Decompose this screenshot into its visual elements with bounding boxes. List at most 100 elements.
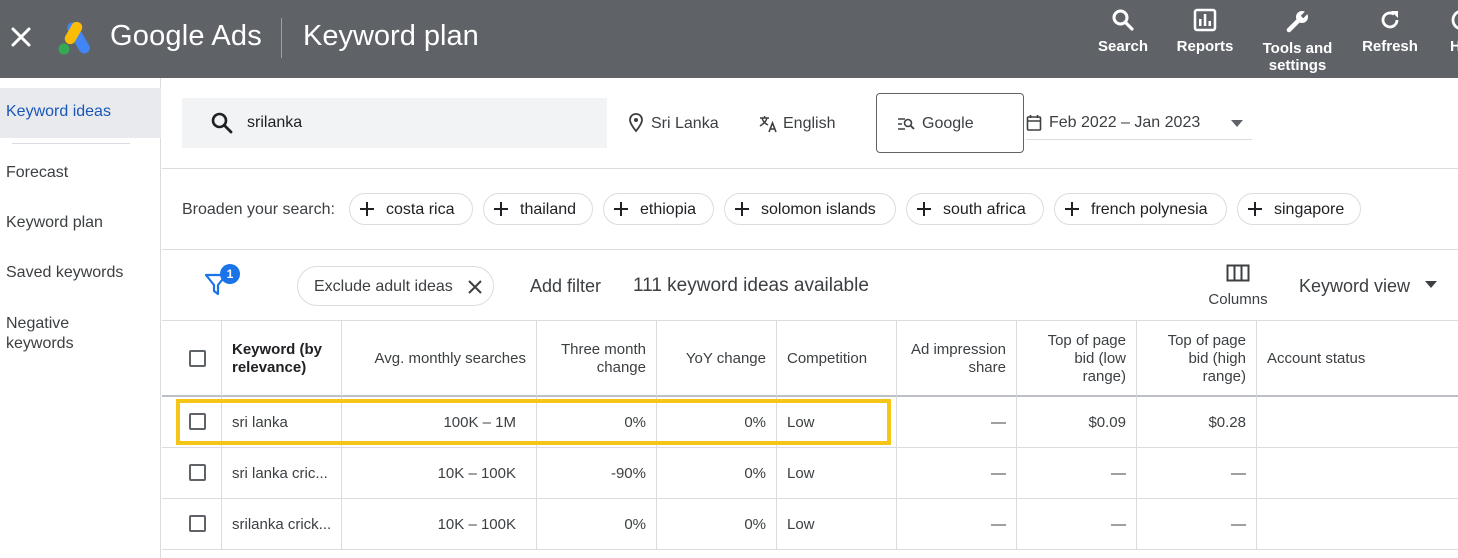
sidebar-item-label: Keyword ideas	[6, 103, 111, 120]
chip-label: ethiopia	[640, 201, 697, 218]
sidebar-item-forecast[interactable]: Forecast	[6, 164, 68, 182]
cell-top-bid-high: —	[1137, 499, 1257, 549]
tools-settings-label: Tools and settings	[1262, 40, 1333, 74]
plus-icon	[494, 202, 508, 216]
calendar-icon	[1026, 115, 1042, 131]
cell-ad-impression-share: —	[897, 448, 1017, 498]
cell-three-month-change: 0%	[537, 499, 657, 549]
cell-three-month-change: -90%	[537, 448, 657, 498]
chip-label: singapore	[1274, 201, 1345, 218]
exclude-adult-ideas-chip[interactable]: Exclude adult ideas	[297, 266, 494, 306]
sidebar-item-saved-keywords[interactable]: Saved keywords	[6, 264, 123, 282]
chip-label: south africa	[943, 201, 1026, 218]
broaden-chip-costa-rica[interactable]: costa rica	[349, 193, 473, 225]
close-icon[interactable]	[468, 280, 482, 294]
brand-name: Google Ads	[110, 20, 262, 52]
header-competition[interactable]: Competition	[777, 321, 897, 396]
dropdown-arrow-icon	[1231, 120, 1243, 127]
plus-icon	[1065, 202, 1079, 216]
select-all-checkbox[interactable]	[189, 350, 206, 367]
plus-icon	[1248, 202, 1262, 216]
cell-top-bid-low: —	[1017, 499, 1137, 549]
broaden-label: Broaden your search:	[182, 201, 335, 218]
divider	[162, 249, 1458, 250]
broaden-chip-singapore[interactable]: singapore	[1237, 193, 1361, 225]
date-range-selector[interactable]: Feb 2022 – Jan 2023	[1026, 112, 1252, 140]
broaden-chip-french-polynesia[interactable]: french polynesia	[1054, 193, 1227, 225]
header-yoy-change[interactable]: YoY change	[657, 321, 777, 396]
translate-icon	[759, 116, 777, 133]
tools-settings-button[interactable]: Tools and settings	[1260, 8, 1335, 74]
broaden-chip-thailand[interactable]: thailand	[483, 193, 593, 225]
google-ads-logo	[58, 21, 90, 55]
title-divider	[281, 18, 282, 58]
columns-button[interactable]: Columns	[1206, 264, 1270, 308]
top-bar: Google Ads Keyword plan Search Reports T…	[0, 0, 1458, 78]
close-icon[interactable]	[10, 26, 32, 48]
refresh-icon	[1381, 11, 1399, 29]
help-label: H	[1450, 38, 1458, 55]
search-icon	[211, 112, 233, 134]
sidebar-item-keyword-ideas[interactable]: Keyword ideas	[0, 88, 161, 138]
chip-label: solomon islands	[761, 201, 876, 218]
cell-keyword: srilanka crick...	[222, 499, 342, 549]
row-checkbox-cell	[162, 499, 222, 549]
plus-icon	[360, 202, 374, 216]
header-ad-impression-share[interactable]: Ad impression share	[897, 321, 1017, 396]
row-checkbox[interactable]	[189, 515, 206, 532]
network-selector[interactable]: Google	[876, 93, 1024, 153]
refresh-label: Refresh	[1362, 38, 1418, 55]
chip-label: french polynesia	[1091, 201, 1208, 218]
table-row[interactable]: srilanka crick... 10K – 100K 0% 0% Low —…	[162, 499, 1458, 550]
help-button[interactable]: H	[1444, 8, 1458, 55]
header-keyword[interactable]: Keyword (by relevance)	[222, 321, 342, 396]
header-three-month-change[interactable]: Three month change	[537, 321, 657, 396]
search-query: srilanka	[247, 114, 303, 131]
add-filter-button[interactable]: Add filter	[530, 276, 601, 297]
row-checkbox[interactable]	[189, 464, 206, 481]
broaden-chip-south-africa[interactable]: south africa	[906, 193, 1044, 225]
cell-ad-impression-share: —	[897, 397, 1017, 447]
broaden-chip-ethiopia[interactable]: ethiopia	[603, 193, 714, 225]
refresh-button[interactable]: Refresh	[1360, 8, 1420, 55]
cell-top-bid-low: $0.09	[1017, 397, 1137, 447]
search-tool-button[interactable]: Search	[1098, 8, 1148, 55]
cell-competition: Low	[777, 448, 897, 498]
chip-label: thailand	[520, 201, 577, 218]
cell-avg-monthly-searches: 10K – 100K	[342, 448, 537, 498]
keyword-ideas-count: 111 keyword ideas available	[633, 275, 869, 296]
divider	[162, 168, 1458, 169]
header-avg-monthly-searches[interactable]: Avg. monthly searches	[342, 321, 537, 396]
search-network-icon	[898, 118, 915, 130]
date-range-label: Feb 2022 – Jan 2023	[1049, 114, 1201, 131]
cell-ad-impression-share: —	[897, 499, 1017, 549]
sidebar-item-negative-keywords[interactable]: Negative keywords	[6, 314, 116, 354]
page-title: Keyword plan	[303, 20, 479, 52]
cell-avg-monthly-searches: 10K – 100K	[342, 499, 537, 549]
chip-label: Exclude adult ideas	[314, 278, 453, 295]
keyword-view-selector[interactable]: Keyword view	[1299, 276, 1437, 297]
reports-tool-button[interactable]: Reports	[1174, 8, 1236, 55]
header-account-status[interactable]: Account status	[1257, 321, 1458, 396]
keyword-search-field[interactable]: srilanka	[182, 98, 607, 148]
header-top-bid-high[interactable]: Top of page bid (high range)	[1137, 321, 1257, 396]
chip-label: costa rica	[386, 201, 455, 218]
plus-icon	[917, 202, 931, 216]
cell-competition: Low	[777, 499, 897, 549]
plus-icon	[735, 202, 749, 216]
cell-top-bid-low: —	[1017, 448, 1137, 498]
header-top-bid-low[interactable]: Top of page bid (low range)	[1017, 321, 1137, 396]
search-tool-label: Search	[1098, 38, 1149, 55]
keyword-view-label: Keyword view	[1299, 276, 1411, 296]
sidebar: Keyword ideas Forecast Keyword plan Save…	[0, 78, 161, 558]
sidebar-divider	[12, 143, 130, 144]
cell-account-status	[1257, 448, 1458, 498]
highlight-box	[176, 399, 891, 445]
location-label: Sri Lanka	[651, 115, 719, 132]
sidebar-item-keyword-plan[interactable]: Keyword plan	[6, 214, 103, 232]
columns-icon	[1226, 264, 1250, 282]
plus-icon	[614, 202, 628, 216]
table-row[interactable]: sri lanka cric... 10K – 100K -90% 0% Low…	[162, 448, 1458, 499]
broaden-chip-solomon-islands[interactable]: solomon islands	[724, 193, 896, 225]
cell-top-bid-high: $0.28	[1137, 397, 1257, 447]
